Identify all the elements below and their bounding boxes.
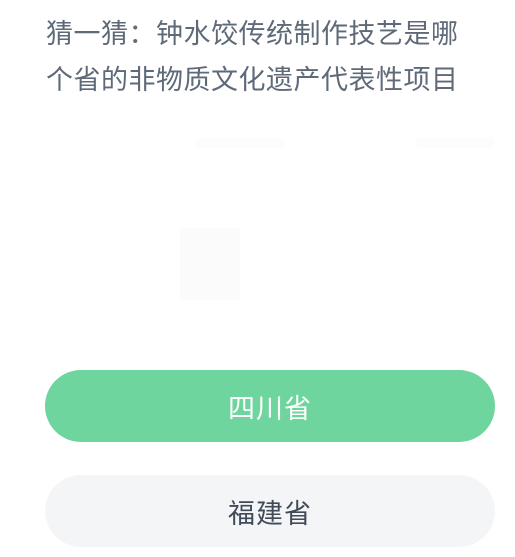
question-image-placeholder (180, 228, 240, 300)
question-text: 猜一猜：钟水饺传统制作技艺是哪 个省的非物质文化遗产代表性项目 (46, 12, 496, 104)
answer-option-fujian[interactable]: 福建省 (45, 475, 495, 547)
faint-image-mark (195, 138, 285, 148)
question-line-1: 猜一猜：钟水饺传统制作技艺是哪 (46, 19, 459, 50)
answer-option-sichuan[interactable]: 四川省 (45, 370, 495, 442)
answer-option-label: 四川省 (228, 393, 312, 425)
question-image-area (30, 120, 495, 350)
question-line-2: 个省的非物质文化遗产代表性项目 (46, 65, 459, 96)
answer-option-label: 福建省 (228, 498, 312, 530)
faint-image-mark (415, 138, 495, 148)
